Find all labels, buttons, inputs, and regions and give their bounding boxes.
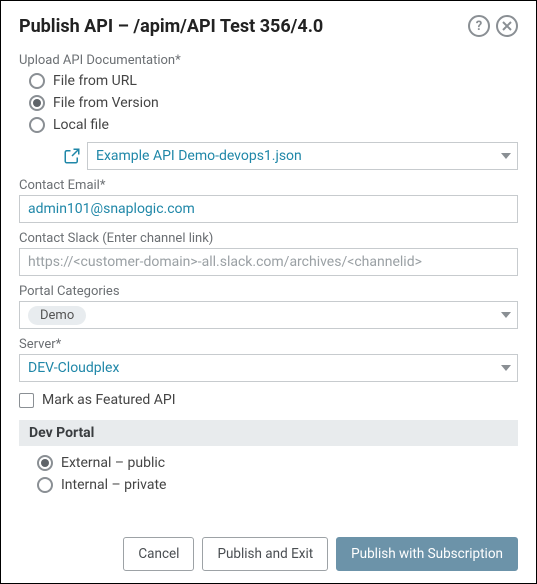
radio-icon — [37, 477, 53, 493]
radio-label: File from URL — [53, 73, 137, 89]
header-actions: ? — [468, 15, 518, 37]
featured-api-checkbox-row[interactable]: Mark as Featured API — [19, 392, 518, 408]
upload-option-local[interactable]: Local file — [29, 114, 518, 136]
file-select-row: Example API Demo-devops1.json — [63, 142, 518, 170]
upload-doc-label: Upload API Documentation* — [19, 53, 518, 68]
publish-subscription-button[interactable]: Publish with Subscription — [336, 537, 518, 571]
radio-icon — [29, 73, 45, 89]
publish-api-dialog: Publish API – /apim/API Test 356/4.0 ? U… — [1, 1, 536, 583]
server-label: Server* — [19, 337, 518, 352]
dev-portal-external[interactable]: External – public — [37, 452, 518, 474]
contact-email-input[interactable] — [19, 195, 518, 223]
server-select[interactable]: DEV-Cloudplex — [19, 354, 518, 382]
dev-portal-radio-group: External – public Internal – private — [37, 452, 518, 496]
radio-icon — [37, 455, 53, 471]
radio-icon — [29, 117, 45, 133]
open-external-icon[interactable] — [63, 147, 81, 165]
file-version-select[interactable]: Example API Demo-devops1.json — [87, 142, 518, 170]
dialog-header: Publish API – /apim/API Test 356/4.0 ? — [19, 15, 518, 37]
dialog-title: Publish API – /apim/API Test 356/4.0 — [19, 16, 468, 37]
publish-exit-button[interactable]: Publish and Exit — [202, 537, 328, 571]
chevron-down-icon — [501, 312, 511, 318]
featured-api-label: Mark as Featured API — [42, 392, 176, 408]
dev-portal-heading: Dev Portal — [19, 420, 518, 446]
cancel-button[interactable]: Cancel — [123, 537, 194, 571]
radio-label: Internal – private — [61, 477, 166, 493]
chevron-down-icon — [501, 365, 511, 371]
file-version-value: Example API Demo-devops1.json — [96, 148, 302, 164]
radio-label: File from Version — [53, 95, 159, 111]
help-icon[interactable]: ? — [468, 15, 490, 37]
portal-categories-select[interactable]: Demo — [19, 301, 518, 329]
server-value: DEV-Cloudplex — [28, 360, 119, 376]
close-icon[interactable] — [496, 15, 518, 37]
upload-option-version[interactable]: File from Version — [29, 92, 518, 114]
chevron-down-icon — [501, 153, 511, 159]
radio-icon — [29, 95, 45, 111]
radio-label: External – public — [61, 455, 165, 471]
contact-slack-input[interactable] — [19, 248, 518, 276]
checkbox-icon — [19, 393, 34, 408]
contact-slack-label: Contact Slack (Enter channel link) — [19, 231, 518, 246]
portal-categories-label: Portal Categories — [19, 284, 518, 299]
upload-doc-radio-group: File from URL File from Version Local fi… — [29, 70, 518, 136]
upload-option-url[interactable]: File from URL — [29, 70, 518, 92]
contact-email-label: Contact Email* — [19, 178, 518, 193]
dialog-footer: Cancel Publish and Exit Publish with Sub… — [19, 527, 518, 571]
radio-label: Local file — [53, 117, 109, 133]
dev-portal-internal[interactable]: Internal – private — [37, 474, 518, 496]
category-chip: Demo — [28, 306, 86, 325]
